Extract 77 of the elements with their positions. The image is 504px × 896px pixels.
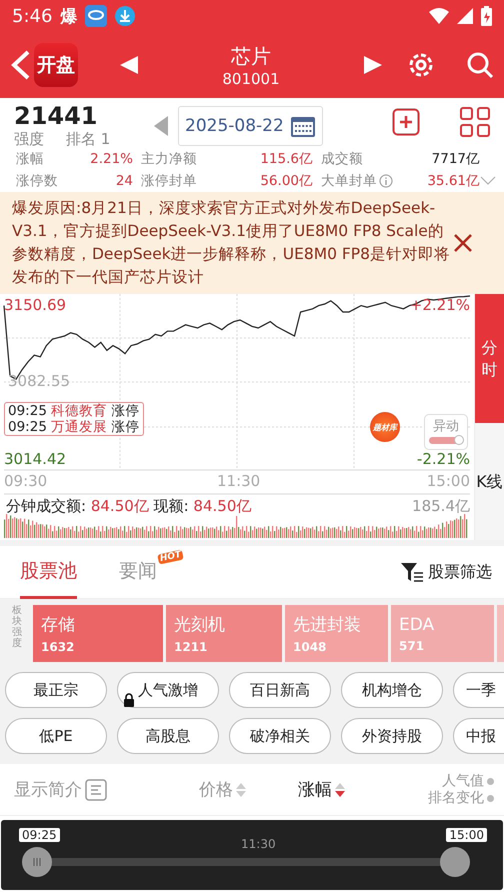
mid-time-label: 11:30 xyxy=(241,837,276,851)
volume-max: 185.4亿 xyxy=(412,497,470,516)
rank-label: 排名 1 xyxy=(66,130,110,149)
app-logo: 开盘 xyxy=(34,43,78,87)
filter-chip[interactable]: 机构增仓 xyxy=(341,672,443,708)
up-percent: +2.21% xyxy=(410,296,470,314)
sort-column[interactable]: 涨幅 xyxy=(298,778,345,801)
sector-strength-label: 板块强度 xyxy=(12,605,22,651)
chart-tab[interactable]: 分时 xyxy=(475,294,504,423)
filter-chip[interactable]: 一季 xyxy=(453,672,504,708)
filter-chip[interactable]: 百日新高 xyxy=(229,672,331,708)
volume-label: 分钟成交额: 84.50亿 现额: 84.50亿 xyxy=(6,497,252,516)
close-icon[interactable] xyxy=(452,232,474,254)
stat-value: 24 xyxy=(114,173,133,189)
back-icon[interactable] xyxy=(10,49,32,81)
stat-label: 大单封单 xyxy=(313,172,403,190)
stat-value: 56.00亿 xyxy=(259,172,313,190)
calendar-icon xyxy=(290,114,316,138)
expand-icon[interactable] xyxy=(480,176,496,186)
list-icon xyxy=(85,778,107,800)
filter-chip[interactable]: 最正宗 xyxy=(5,672,107,708)
low-price: 3014.42 xyxy=(4,450,66,468)
time-label: 15:00 xyxy=(426,472,470,490)
hot-badge: HOT xyxy=(156,548,184,564)
download-icon xyxy=(115,6,136,26)
filter-chip[interactable]: 中报 xyxy=(453,718,504,754)
event-line: 09:25 万通发展 涨停 xyxy=(8,419,140,435)
base-price: 3082.55 xyxy=(8,372,70,390)
date-picker[interactable]: 2025-08-22 xyxy=(178,106,323,146)
sector-code: 801001 xyxy=(222,70,280,88)
stat-value: 7717亿 xyxy=(430,150,480,168)
time-range-slider[interactable]: 09:25 11:30 15:00 xyxy=(1,820,503,890)
down-percent: -2.21% xyxy=(416,450,470,468)
grid-icon[interactable] xyxy=(460,107,490,137)
previous-date-icon[interactable] xyxy=(154,116,168,136)
start-handle[interactable] xyxy=(22,847,52,877)
signal-icon xyxy=(457,8,473,24)
strength-value: 21441 xyxy=(14,102,98,130)
end-time-label: 15:00 xyxy=(446,828,487,842)
high-price: 3150.69 xyxy=(4,296,66,314)
stat-label: 成交额 xyxy=(320,150,364,168)
sort-icon xyxy=(236,782,246,798)
sector-title: 芯片 xyxy=(231,42,271,70)
next-icon[interactable] xyxy=(362,54,384,76)
info-icon[interactable] xyxy=(379,174,393,188)
time-label: 11:30 xyxy=(217,472,260,490)
stat-label: 主力净额 xyxy=(140,150,198,168)
status-app-mark: 爆 xyxy=(60,6,78,28)
lock-icon xyxy=(123,693,135,707)
start-time-label: 09:25 xyxy=(19,828,60,842)
add-icon[interactable] xyxy=(392,108,420,136)
filter-chip[interactable]: 破净相关 xyxy=(229,718,331,754)
filter-chip[interactable]: 外资持股 xyxy=(341,718,443,754)
stat-value: 2.21% xyxy=(89,151,133,167)
filter-chip[interactable]: 高股息 xyxy=(117,718,219,754)
stat-value: 115.6亿 xyxy=(259,150,313,168)
status-time: 5:46 xyxy=(12,6,52,26)
filter-icon xyxy=(401,562,425,582)
previous-icon[interactable] xyxy=(118,54,140,76)
app-icon xyxy=(85,5,108,27)
stat-label: 涨停封单 xyxy=(140,172,198,190)
search-icon[interactable] xyxy=(466,51,494,79)
time-label: 09:30 xyxy=(4,472,48,490)
stat-value: 35.61亿 xyxy=(426,172,480,190)
end-handle[interactable] xyxy=(440,847,470,877)
filter-button[interactable]: 股票筛选 xyxy=(401,562,492,582)
filter-chip[interactable]: 人气激增 xyxy=(117,672,219,708)
filter-chip[interactable]: 低PE xyxy=(5,718,107,754)
banner-text: 爆发原因:8月21日，深度求索官方正式对外发布DeepSeek-V3.1，官方提到DeepSeek-V3.1使用了UE8M0 FP8 Scale的参数精度，DeepSeek进一步解释称，UE8M0 FP8是针对即将发布的下一代国产芯片设计 xyxy=(12,198,452,288)
strength-label: 强度 xyxy=(14,130,44,149)
wifi-icon xyxy=(429,8,449,24)
battery-icon xyxy=(481,6,492,26)
stat-label: 涨停数 xyxy=(15,172,56,190)
sort-icon xyxy=(335,782,345,798)
stat-label: 涨幅 xyxy=(15,150,45,168)
chart-tab[interactable]: K线 xyxy=(475,423,504,540)
event-line: 09:25 科德教育 涨停 xyxy=(8,403,140,419)
